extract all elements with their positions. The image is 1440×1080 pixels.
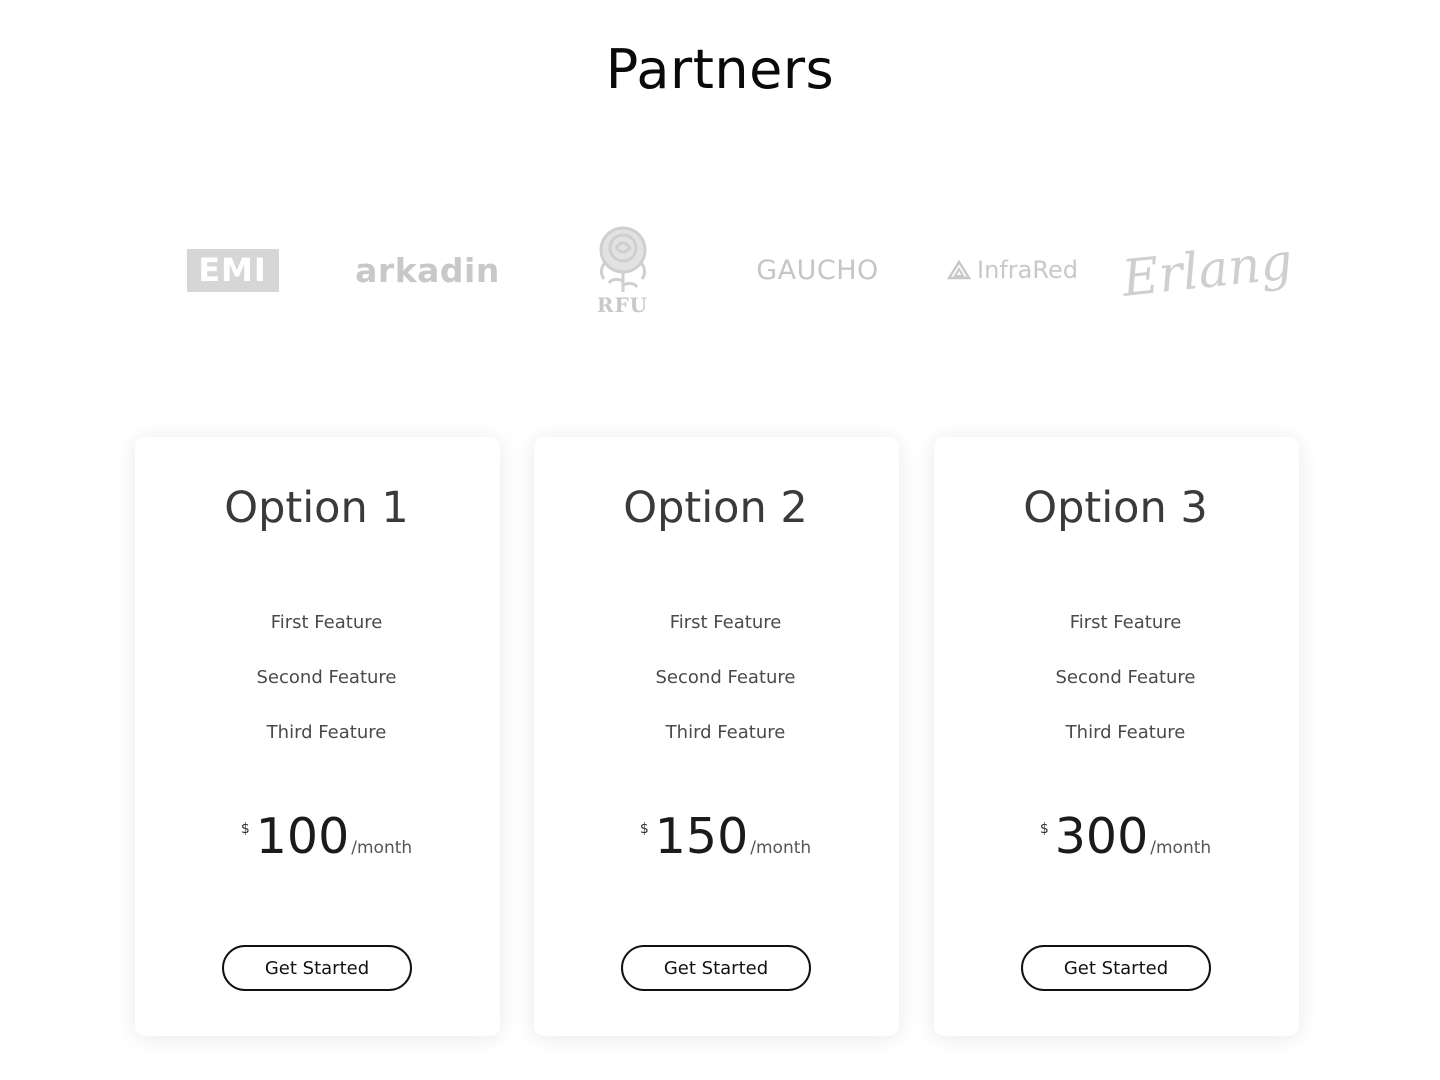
triangle-icon: [947, 260, 972, 280]
feature-item: First Feature: [270, 612, 383, 633]
arkadin-logo: arkadin: [355, 250, 500, 290]
get-started-button[interactable]: Get Started: [621, 945, 811, 991]
rfu-logo: RFU: [592, 223, 654, 317]
plan-price: $ 150 /month: [534, 805, 899, 869]
price-currency: $: [1039, 821, 1049, 837]
plan-price: $ 100 /month: [135, 805, 500, 869]
partners-title: Partners: [605, 38, 835, 101]
feature-item: Second Feature: [1055, 667, 1196, 688]
price-currency: $: [240, 821, 250, 837]
price-amount: 100: [255, 808, 350, 865]
infrared-logo-text: InfraRed: [977, 256, 1078, 284]
plan-card-option-1: Option 1 First Feature Second Feature Th…: [135, 437, 500, 1036]
price-amount: 300: [1054, 808, 1149, 865]
feature-list: First Feature Second Feature Third Featu…: [534, 612, 899, 777]
feature-item: Second Feature: [655, 667, 796, 688]
feature-item: First Feature: [669, 612, 782, 633]
feature-item: Second Feature: [256, 667, 397, 688]
partner-logo-arkadin: arkadin: [330, 210, 525, 330]
rose-icon: [599, 226, 646, 292]
plan-price: $ 300 /month: [934, 805, 1299, 869]
partner-logo-erlang: Erlang: [1110, 210, 1305, 330]
price-amount: 150: [654, 808, 749, 865]
price-period: /month: [750, 838, 812, 858]
rfu-logo-text: RFU: [596, 293, 649, 317]
feature-list: First Feature Second Feature Third Featu…: [135, 612, 500, 777]
feature-item: Third Feature: [665, 722, 786, 743]
emi-logo: EMI: [186, 248, 279, 292]
get-started-button[interactable]: Get Started: [222, 945, 412, 991]
plan-title: Option 1: [224, 483, 409, 533]
erlang-logo: Erlang: [1119, 232, 1296, 308]
plan-title: Option 2: [623, 483, 808, 533]
price-currency: $: [639, 821, 649, 837]
gaucho-logo: GAUCHO: [756, 254, 879, 286]
page: Partners EMI arkadin RFU GAUCHO InfraRed…: [0, 0, 1440, 1080]
partner-logo-emi: EMI: [135, 210, 330, 330]
feature-list: First Feature Second Feature Third Featu…: [934, 612, 1299, 777]
price-period: /month: [1150, 838, 1212, 858]
partner-logos: EMI arkadin RFU GAUCHO InfraRed Erlang: [135, 210, 1305, 330]
plan-title: Option 3: [1023, 483, 1208, 533]
partner-logo-infrared: InfraRed: [915, 210, 1110, 330]
partner-logo-gaucho: GAUCHO: [720, 210, 915, 330]
plan-card-option-2: Option 2 First Feature Second Feature Th…: [534, 437, 899, 1036]
feature-item: Third Feature: [1065, 722, 1186, 743]
feature-item: First Feature: [1069, 612, 1182, 633]
price-period: /month: [351, 838, 413, 858]
get-started-button[interactable]: Get Started: [1021, 945, 1211, 991]
partner-logo-rfu: RFU: [525, 210, 720, 330]
pricing-plans: Option 1 First Feature Second Feature Th…: [135, 437, 1300, 1037]
feature-item: Third Feature: [266, 722, 387, 743]
plan-card-option-3: Option 3 First Feature Second Feature Th…: [934, 437, 1299, 1036]
infrared-logo: InfraRed: [947, 256, 1078, 284]
